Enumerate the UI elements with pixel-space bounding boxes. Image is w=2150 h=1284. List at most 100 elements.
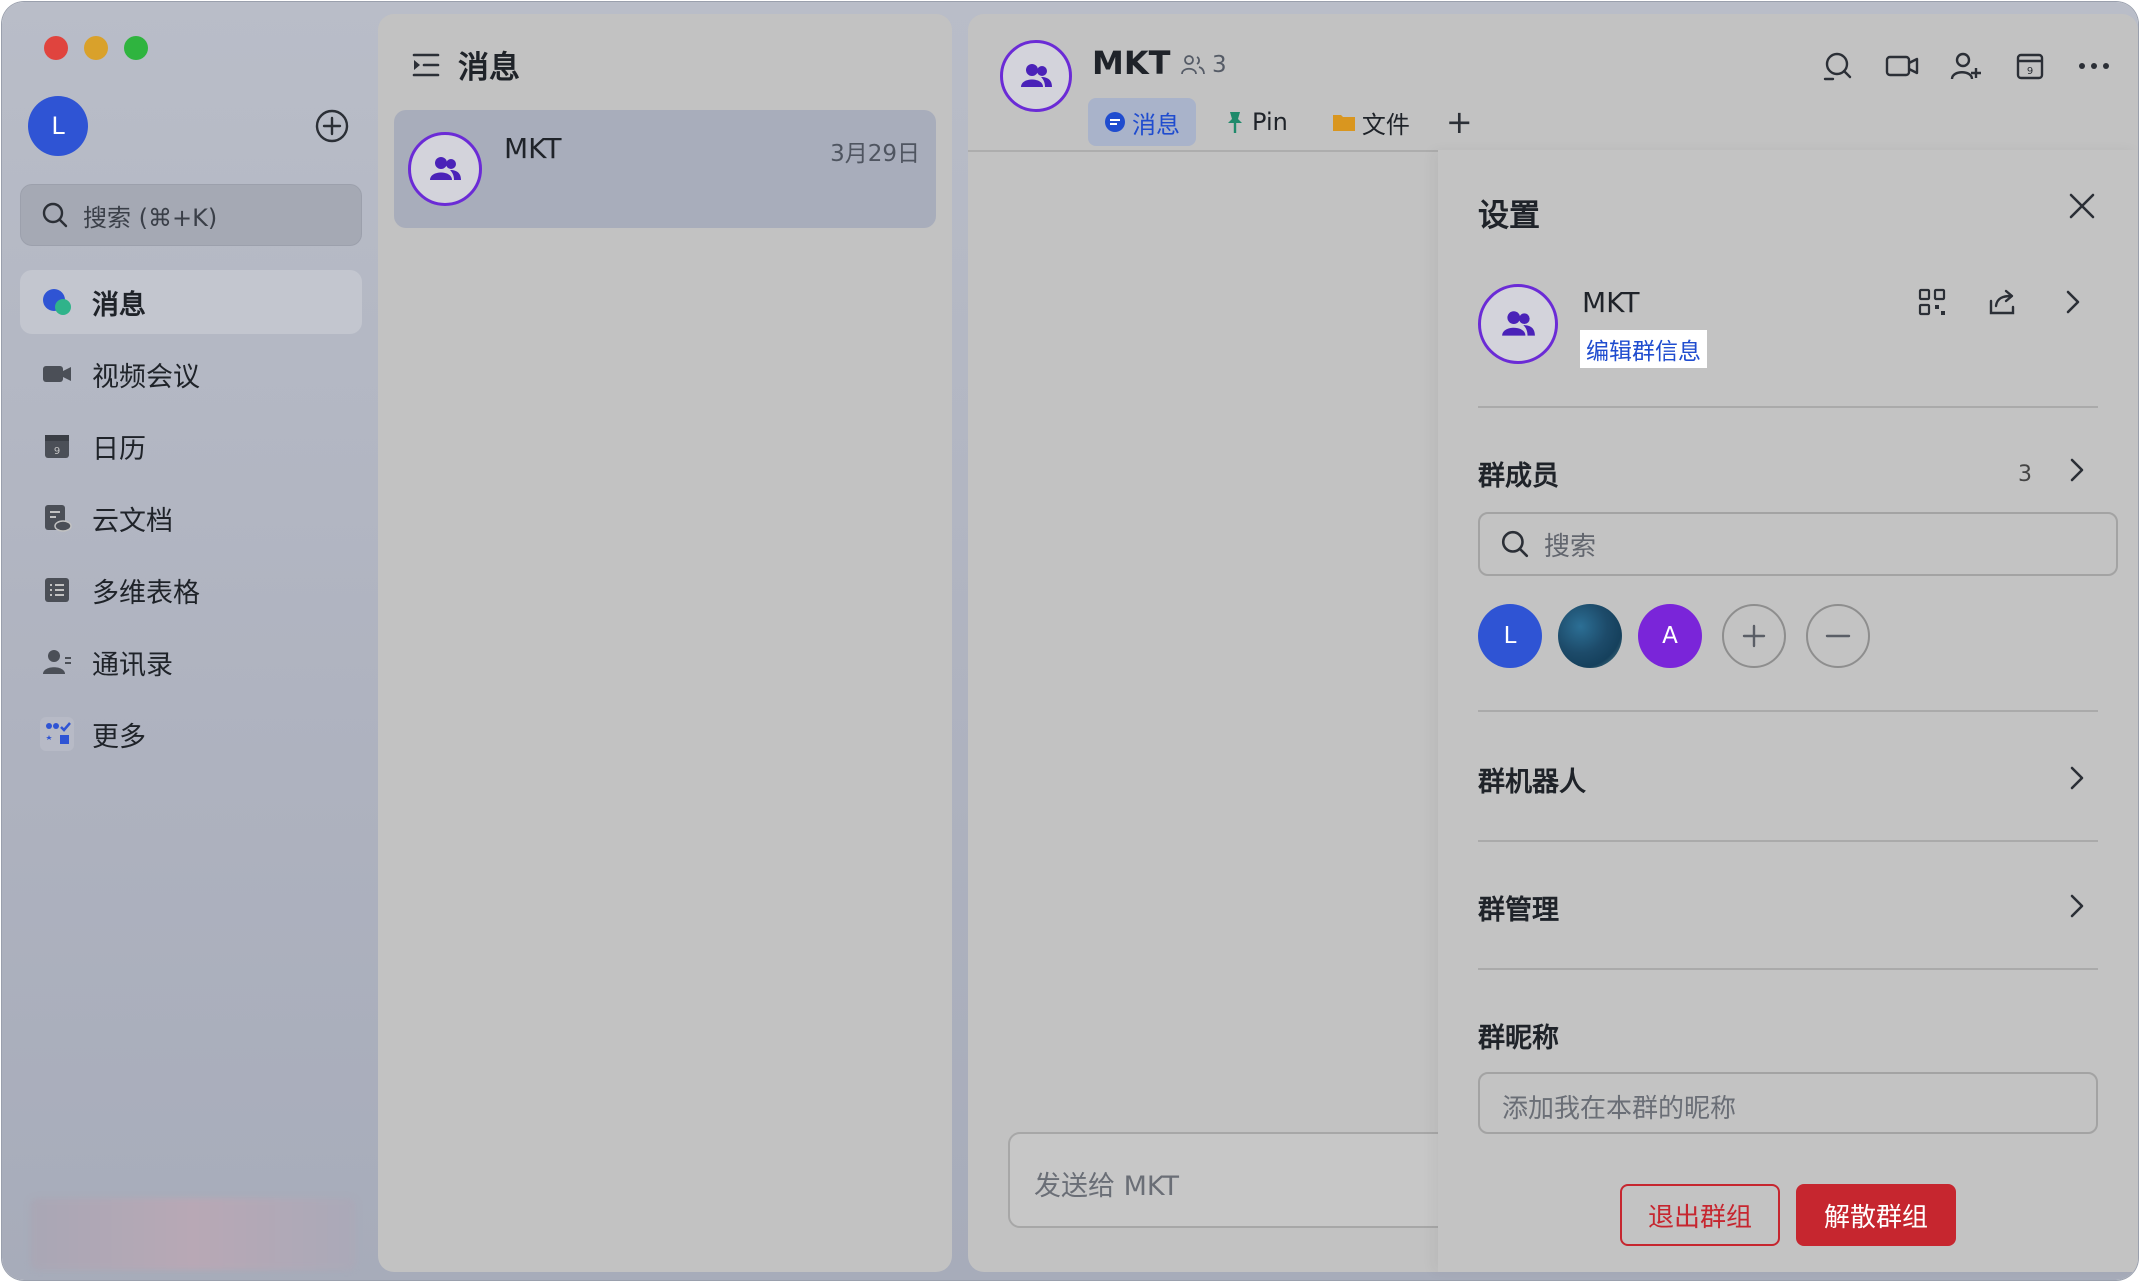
settings-group-avatar[interactable] (1478, 284, 1558, 364)
app-window: L 搜索 (⌘+K) 消息 视频会议 9 日历 云文档 多维表格 通讯录 更多 … (2, 2, 2138, 1280)
sidebar-item-label: 日历 (92, 433, 146, 465)
members-title: 群成员 (1478, 461, 1559, 492)
chevron-right-icon (2066, 290, 2080, 314)
svg-text:9: 9 (54, 446, 60, 457)
member-avatar[interactable] (1558, 604, 1622, 668)
chevron-right-icon[interactable] (2062, 456, 2090, 484)
tab-messages[interactable]: 消息 (1088, 98, 1196, 146)
blurred-banner (30, 1198, 356, 1270)
member-avatar[interactable]: L (1478, 604, 1542, 668)
page-title: 消息 (458, 50, 520, 86)
maximize-window-button[interactable] (124, 36, 148, 60)
folder-icon (1332, 112, 1356, 132)
minus-icon (1825, 634, 1851, 638)
qr-code-button[interactable] (1916, 286, 1948, 318)
member-search-placeholder: 搜索 (1544, 531, 1597, 562)
calendar-button[interactable]: 9 (2012, 48, 2048, 84)
calendar-icon: 9 (40, 429, 74, 463)
edit-group-info-link[interactable]: 编辑群信息 (1580, 330, 1707, 368)
video-call-button[interactable] (1884, 48, 1920, 84)
chat-tabs: 消息 Pin 文件 + (1088, 98, 1473, 146)
calendar-icon: 9 (2016, 53, 2044, 80)
group-nickname-title: 群昵称 (1478, 1023, 1559, 1054)
group-nickname-input[interactable]: 添加我在本群的昵称 (1478, 1072, 2098, 1134)
conversation-item-mkt[interactable]: MKT 3月29日 (394, 110, 936, 228)
close-icon[interactable] (2066, 190, 2098, 222)
sidebar-item-more[interactable]: 更多 (20, 702, 362, 766)
chat-bubble-icon (1104, 111, 1126, 133)
chat-group-avatar[interactable] (1000, 40, 1072, 112)
tab-files[interactable]: 文件 (1316, 98, 1426, 146)
group-card-actions (1916, 286, 2126, 318)
share-button[interactable] (1986, 286, 2018, 318)
divider (1478, 710, 2098, 712)
user-avatar[interactable]: L (28, 96, 88, 156)
sidebar-item-label: 更多 (92, 721, 146, 753)
collapse-list-icon[interactable] (410, 49, 442, 81)
sidebar-item-label: 通讯录 (92, 649, 173, 681)
global-search-input[interactable]: 搜索 (⌘+K) (20, 184, 362, 246)
chat-search-button[interactable] (1820, 48, 1856, 84)
chevron-right-icon[interactable] (2062, 892, 2090, 920)
search-placeholder: 搜索 (⌘+K) (83, 203, 218, 232)
group-avatar (408, 132, 482, 206)
group-manage-row[interactable]: 群管理 (1478, 888, 1559, 927)
sidebar-item-docs[interactable]: 云文档 (20, 486, 362, 550)
sidebar-item-messages[interactable]: 消息 (20, 270, 362, 334)
chat-header: MKT 3 9 消息 Pin 文件 + (968, 14, 2138, 152)
chat-bubble-icon (40, 285, 74, 319)
divider (1478, 406, 2098, 408)
close-window-button[interactable] (44, 36, 68, 60)
conversation-date: 3月29日 (830, 141, 920, 167)
add-member-circle-button[interactable] (1722, 604, 1786, 668)
qr-code-icon (1918, 288, 1946, 316)
chat-member-count[interactable]: 3 (1180, 52, 1227, 78)
plus-icon (1742, 624, 1766, 648)
add-member-button[interactable] (1948, 48, 1984, 84)
sidebar-item-label: 视频会议 (92, 361, 200, 393)
group-name: MKT (1582, 286, 1640, 319)
sidebar-item-label: 多维表格 (92, 577, 200, 609)
svg-text:9: 9 (2027, 66, 2033, 77)
divider (1478, 840, 2098, 842)
members-icon (1181, 55, 1205, 75)
group-bots-row[interactable]: 群机器人 (1478, 760, 1586, 799)
sidebar-item-label: 消息 (92, 289, 146, 321)
sidebar-nav: 消息 视频会议 9 日历 云文档 多维表格 通讯录 更多 (20, 270, 362, 774)
add-tab-button[interactable]: + (1446, 103, 1473, 141)
group-info-chevron[interactable] (2056, 286, 2088, 318)
search-icon (42, 202, 68, 228)
group-icon (430, 157, 461, 180)
leave-group-button[interactable]: 退出群组 (1620, 1184, 1780, 1246)
sidebar-item-base[interactable]: 多维表格 (20, 558, 362, 622)
chevron-right-icon[interactable] (2062, 764, 2090, 792)
sidebar-item-label: 云文档 (92, 505, 173, 537)
minimize-window-button[interactable] (84, 36, 108, 60)
video-camera-icon (1885, 55, 1919, 77)
more-options-button[interactable] (2076, 48, 2112, 84)
dismiss-group-button[interactable]: 解散群组 (1796, 1184, 1956, 1246)
more-apps-icon (40, 717, 74, 751)
chat-header-actions: 9 (1792, 48, 2112, 84)
member-search-input[interactable]: 搜索 (1478, 512, 2118, 576)
video-camera-icon (40, 357, 74, 391)
sidebar-item-calendar[interactable]: 9 日历 (20, 414, 362, 478)
sidebar-item-contacts[interactable]: 通讯录 (20, 630, 362, 694)
share-icon (1989, 289, 2015, 315)
contacts-icon (40, 645, 74, 679)
sidebar-item-video-meetings[interactable]: 视频会议 (20, 342, 362, 406)
member-avatar[interactable]: A (1638, 604, 1702, 668)
conversation-name: MKT (504, 132, 562, 165)
tab-pin[interactable]: Pin (1208, 98, 1304, 146)
pin-icon (1224, 110, 1246, 134)
conversation-list-pane: 消息 MKT 3月29日 (378, 14, 952, 1272)
conversation-list-header: 消息 (410, 42, 520, 87)
add-circle-icon[interactable] (314, 108, 350, 144)
remove-member-circle-button[interactable] (1806, 604, 1870, 668)
search-chat-icon (1823, 52, 1852, 81)
member-avatar-list: L A (1478, 604, 1886, 668)
search-icon (1501, 530, 1529, 558)
more-dots-icon (2079, 63, 2109, 69)
members-count: 3 (2018, 462, 2032, 487)
settings-title: 设置 (1478, 198, 1540, 234)
